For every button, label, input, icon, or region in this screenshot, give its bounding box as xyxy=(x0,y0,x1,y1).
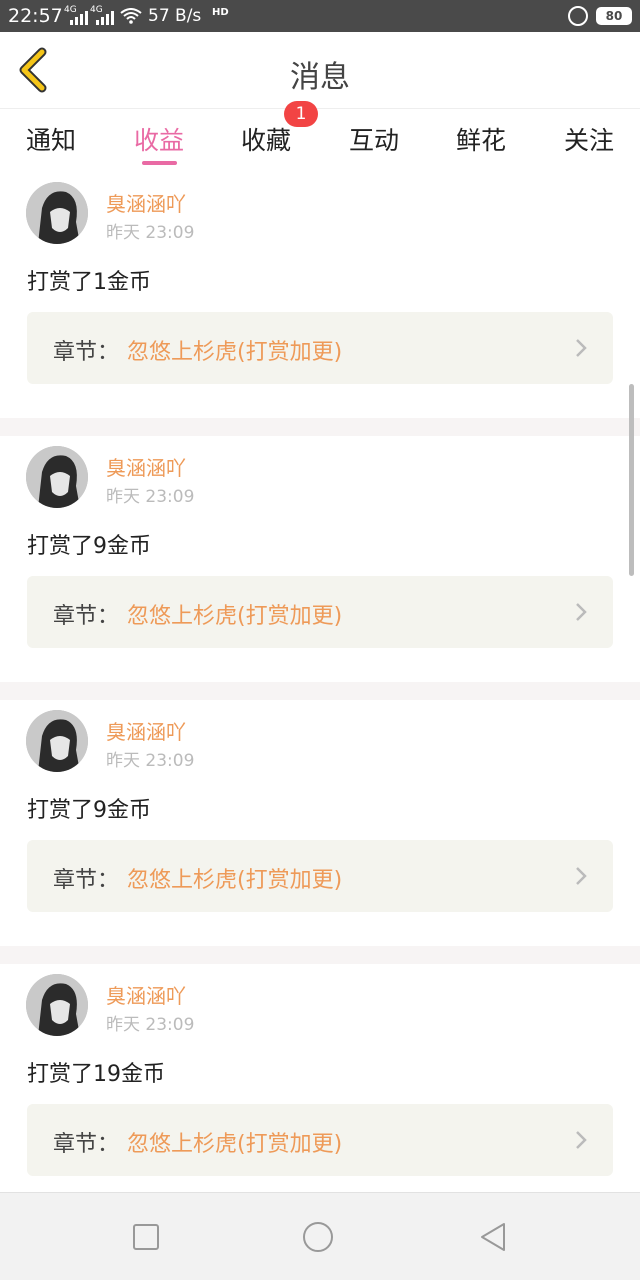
network-type-a: 4G xyxy=(64,5,77,15)
tab-flowers[interactable]: 鲜花 xyxy=(456,121,506,157)
message-time: 昨天 23:09 xyxy=(106,1015,195,1035)
avatar[interactable] xyxy=(26,446,88,508)
user-name[interactable]: 臭涵涵吖 xyxy=(106,452,186,481)
message-list[interactable]: 臭涵涵吖 昨天 23:09 打赏了1金币 章节： 忽悠上杉虎(打赏加更) 臭涵涵… xyxy=(0,172,640,1228)
avatar[interactable] xyxy=(26,182,88,244)
triangle-back-icon[interactable] xyxy=(478,1221,510,1253)
message-time: 昨天 23:09 xyxy=(106,751,195,771)
message-card: 臭涵涵吖 昨天 23:09 打赏了9金币 章节： 忽悠上杉虎(打赏加更) xyxy=(0,436,640,682)
tab-follow[interactable]: 关注 xyxy=(564,121,614,157)
network-speed: 57 B/s xyxy=(148,6,202,26)
chapter-link[interactable]: 章节： 忽悠上杉虎(打赏加更) xyxy=(27,312,613,384)
system-nav-bar xyxy=(0,1192,640,1280)
message-time: 昨天 23:09 xyxy=(106,487,195,507)
chapter-link[interactable]: 章节： 忽悠上杉虎(打赏加更) xyxy=(27,576,613,648)
page-title: 消息 xyxy=(290,60,350,95)
avatar[interactable] xyxy=(26,710,88,772)
chevron-right-icon xyxy=(576,339,587,357)
message-text: 打赏了9金币 xyxy=(27,798,151,823)
user-name[interactable]: 臭涵涵吖 xyxy=(106,716,186,745)
chapter-label: 章节： xyxy=(53,868,120,893)
chevron-right-icon xyxy=(576,603,587,621)
message-text: 打赏了1金币 xyxy=(27,270,151,295)
signal-icon: 4G xyxy=(64,5,90,25)
message-text: 打赏了9金币 xyxy=(27,534,151,559)
header: 消息 xyxy=(0,32,640,108)
signal-icon-2: 4G xyxy=(90,5,116,25)
user-name[interactable]: 臭涵涵吖 xyxy=(106,980,186,1009)
status-bar: 22:57 4G 4G 57 B/s HD 80 xyxy=(0,0,640,32)
avatar[interactable] xyxy=(26,974,88,1036)
chapter-link[interactable]: 章节： 忽悠上杉虎(打赏加更) xyxy=(27,1104,613,1176)
active-tab-indicator xyxy=(142,161,177,165)
rotation-lock-icon xyxy=(568,6,588,26)
chapter-title: 忽悠上杉虎(打赏加更) xyxy=(127,604,343,629)
message-time: 昨天 23:09 xyxy=(106,223,195,243)
square-icon[interactable] xyxy=(130,1221,162,1253)
chapter-title: 忽悠上杉虎(打赏加更) xyxy=(127,1132,343,1157)
chapter-title: 忽悠上杉虎(打赏加更) xyxy=(127,340,343,365)
status-time: 22:57 xyxy=(8,5,63,27)
chapter-label: 章节： xyxy=(53,1132,120,1157)
network-type-b: 4G xyxy=(90,5,103,15)
wifi-icon xyxy=(120,8,142,24)
chapter-link[interactable]: 章节： 忽悠上杉虎(打赏加更) xyxy=(27,840,613,912)
hd-icon: HD xyxy=(212,7,229,18)
message-card: 臭涵涵吖 昨天 23:09 打赏了9金币 章节： 忽悠上杉虎(打赏加更) xyxy=(0,700,640,946)
chapter-title: 忽悠上杉虎(打赏加更) xyxy=(127,868,343,893)
message-card: 臭涵涵吖 昨天 23:09 打赏了19金币 章节： 忽悠上杉虎(打赏加更) xyxy=(0,964,640,1210)
tab-income[interactable]: 收益 xyxy=(134,121,184,157)
tab-interaction[interactable]: 互动 xyxy=(349,121,399,157)
circle-icon[interactable] xyxy=(302,1221,334,1253)
battery-icon: 80 xyxy=(596,7,632,25)
message-card: 臭涵涵吖 昨天 23:09 打赏了1金币 章节： 忽悠上杉虎(打赏加更) xyxy=(0,172,640,418)
favorites-badge: 1 xyxy=(284,101,318,127)
tab-bar: 通知 收益 收藏 1 互动 鲜花 关注 xyxy=(0,101,640,172)
user-name[interactable]: 臭涵涵吖 xyxy=(106,188,186,217)
tab-favorites[interactable]: 收藏 xyxy=(241,121,291,157)
chevron-right-icon xyxy=(576,1131,587,1149)
tab-notice[interactable]: 通知 xyxy=(26,121,76,157)
chevron-right-icon xyxy=(576,867,587,885)
message-text: 打赏了19金币 xyxy=(27,1062,165,1087)
chapter-label: 章节： xyxy=(53,604,120,629)
scrollbar[interactable] xyxy=(629,384,634,576)
chapter-label: 章节： xyxy=(53,340,120,365)
